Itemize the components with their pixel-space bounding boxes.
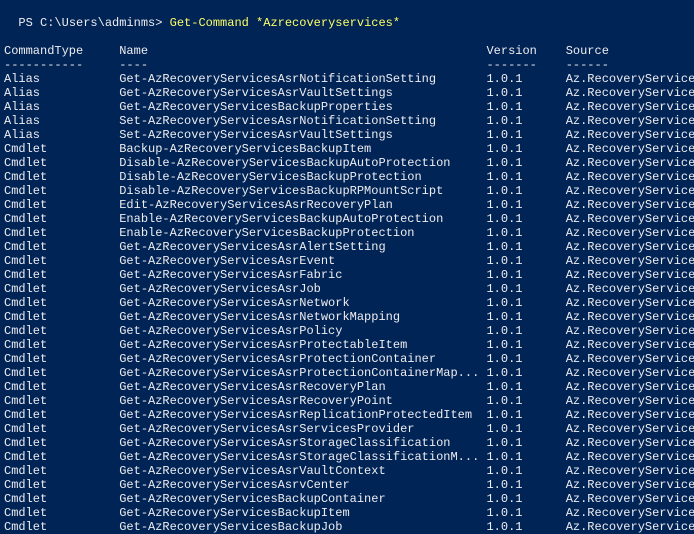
table-row: Cmdlet Get-AzRecoveryServicesAsrRecovery… (4, 394, 690, 408)
prompt-line[interactable]: PS C:\Users\adminms> Get-Command *Azreco… (4, 2, 690, 30)
table-row: Alias Get-AzRecoveryServicesAsrVaultSett… (4, 86, 690, 100)
table-row: Cmdlet Get-AzRecoveryServicesAsrStorageC… (4, 450, 690, 464)
table-row: Cmdlet Get-AzRecoveryServicesBackupJob 1… (4, 520, 690, 534)
divider-row: ----------- ---- ------- ------ (4, 58, 690, 72)
table-row: Cmdlet Get-AzRecoveryServicesAsrReplicat… (4, 408, 690, 422)
table-row: Cmdlet Get-AzRecoveryServicesAsrvCenter … (4, 478, 690, 492)
table-row: Cmdlet Get-AzRecoveryServicesAsrAlertSet… (4, 240, 690, 254)
table-row: Cmdlet Get-AzRecoveryServicesAsrRecovery… (4, 380, 690, 394)
table-row: Cmdlet Get-AzRecoveryServicesAsrEvent 1.… (4, 254, 690, 268)
table-row: Cmdlet Disable-AzRecoveryServicesBackupA… (4, 156, 690, 170)
table-row: Cmdlet Get-AzRecoveryServicesAsrNetwork … (4, 296, 690, 310)
table-row: Cmdlet Enable-AzRecoveryServicesBackupPr… (4, 226, 690, 240)
blank-line (4, 30, 690, 44)
header-row: CommandType Name Version Source (4, 44, 690, 58)
table-row: Cmdlet Enable-AzRecoveryServicesBackupAu… (4, 212, 690, 226)
table-row: Alias Set-AzRecoveryServicesAsrVaultSett… (4, 128, 690, 142)
table-row: Cmdlet Get-AzRecoveryServicesBackupConta… (4, 492, 690, 506)
table-row: Cmdlet Get-AzRecoveryServicesAsrJob 1.0.… (4, 282, 690, 296)
table-row: Cmdlet Backup-AzRecoveryServicesBackupIt… (4, 142, 690, 156)
prompt-command: Get-Command *Azrecoveryservices* (170, 16, 400, 30)
table-row: Cmdlet Get-AzRecoveryServicesAsrFabric 1… (4, 268, 690, 282)
table-row: Cmdlet Edit-AzRecoveryServicesAsrRecover… (4, 198, 690, 212)
table-row: Cmdlet Get-AzRecoveryServicesAsrProtecta… (4, 338, 690, 352)
table-row: Alias Get-AzRecoveryServicesAsrNotificat… (4, 72, 690, 86)
table-row: Cmdlet Get-AzRecoveryServicesAsrProtecti… (4, 352, 690, 366)
table-row: Cmdlet Get-AzRecoveryServicesAsrServices… (4, 422, 690, 436)
table-row: Cmdlet Get-AzRecoveryServicesAsrVaultCon… (4, 464, 690, 478)
table-row: Cmdlet Get-AzRecoveryServicesAsrStorageC… (4, 436, 690, 450)
table-row: Cmdlet Get-AzRecoveryServicesAsrPolicy 1… (4, 324, 690, 338)
table-row: Alias Get-AzRecoveryServicesBackupProper… (4, 100, 690, 114)
table-row: Cmdlet Get-AzRecoveryServicesAsrNetworkM… (4, 310, 690, 324)
table-row: Cmdlet Get-AzRecoveryServicesBackupItem … (4, 506, 690, 520)
table-row: Cmdlet Disable-AzRecoveryServicesBackupR… (4, 184, 690, 198)
table-row: Cmdlet Disable-AzRecoveryServicesBackupP… (4, 170, 690, 184)
table-row: Cmdlet Get-AzRecoveryServicesAsrProtecti… (4, 366, 690, 380)
command-output: CommandType Name Version Source---------… (4, 44, 690, 534)
prompt-prefix: PS C:\Users\adminms> (18, 16, 169, 30)
table-row: Alias Set-AzRecoveryServicesAsrNotificat… (4, 114, 690, 128)
